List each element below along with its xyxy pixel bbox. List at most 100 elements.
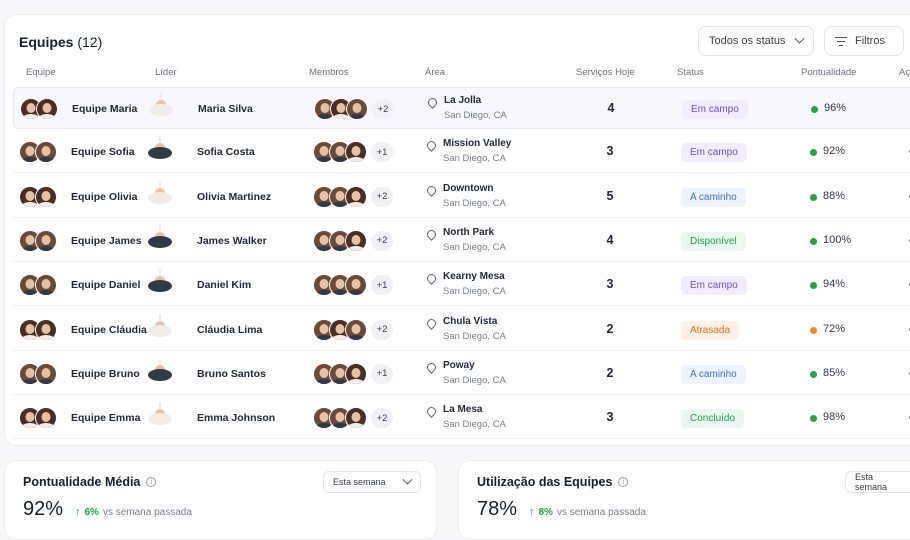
filter-icon bbox=[835, 36, 847, 46]
services-today: 5 bbox=[603, 189, 617, 203]
area-name: Downtown bbox=[443, 183, 494, 194]
team-avatars bbox=[19, 363, 57, 385]
area-name: La Jolla bbox=[444, 95, 481, 106]
status-badge: Disponível bbox=[681, 232, 746, 251]
map-pin-icon bbox=[425, 317, 438, 330]
table-row[interactable]: Equipe Cláudia Cláudia Lima +2 Chula Vis… bbox=[13, 309, 910, 351]
leader-name: Olivia Martinez bbox=[197, 191, 271, 203]
more-members-badge[interactable]: +1 bbox=[371, 364, 393, 384]
punctuality-value: 96% bbox=[824, 102, 846, 114]
member-avatar bbox=[345, 186, 367, 208]
members-group: +2 bbox=[313, 319, 393, 341]
info-icon[interactable]: i bbox=[618, 477, 628, 487]
avatar bbox=[36, 98, 58, 120]
area-city: San Diego, CA bbox=[443, 331, 506, 342]
punctuality-value: 94% bbox=[823, 278, 845, 290]
table-row[interactable]: Equipe Daniel Daniel Kim +1 Kearny Mesa … bbox=[13, 264, 910, 306]
punctuality-dot bbox=[810, 194, 817, 201]
status-filter-dropdown[interactable]: Todos os status bbox=[698, 26, 814, 56]
area-city: San Diego, CA bbox=[443, 375, 506, 386]
team-avatars bbox=[20, 98, 58, 120]
area-city: San Diego, CA bbox=[444, 110, 507, 121]
col-leader: Líder bbox=[155, 67, 177, 78]
status-badge: A caminho bbox=[681, 365, 746, 384]
leader-avatar bbox=[159, 225, 161, 244]
punctuality-period-select[interactable]: Esta semana bbox=[323, 471, 421, 493]
area-name: Chula Vista bbox=[443, 316, 497, 327]
leader-avatar bbox=[159, 358, 161, 377]
filters-button[interactable]: Filtros bbox=[824, 26, 904, 56]
leader-avatar bbox=[159, 181, 161, 200]
area-name: Poway bbox=[443, 360, 475, 371]
leader-avatar bbox=[159, 314, 161, 333]
punctuality-dot bbox=[811, 106, 818, 113]
team-name[interactable]: Equipe Daniel bbox=[71, 279, 140, 291]
team-avatars bbox=[19, 274, 57, 296]
info-icon[interactable]: i bbox=[146, 477, 156, 487]
more-members-badge[interactable]: +2 bbox=[371, 187, 393, 207]
col-area: Área bbox=[425, 67, 445, 78]
map-pin-icon bbox=[425, 405, 438, 418]
member-avatar bbox=[345, 363, 367, 385]
table-row[interactable]: Equipe Emma Emma Johnson +2 La Mesa San … bbox=[13, 397, 910, 439]
more-members-badge[interactable]: +2 bbox=[371, 408, 393, 428]
punctuality-value: 88% bbox=[823, 190, 845, 202]
avatar bbox=[35, 319, 57, 341]
member-avatar bbox=[345, 274, 367, 296]
table-header: Equipe Líder Membros Área Serviços Hoje … bbox=[5, 67, 910, 81]
members-group: +2 bbox=[313, 186, 393, 208]
leader-name: James Walker bbox=[197, 235, 267, 247]
area-city: San Diego, CA bbox=[443, 242, 506, 253]
area-name: La Mesa bbox=[443, 404, 482, 415]
utilization-period-select[interactable]: Esta semana bbox=[845, 471, 910, 493]
team-name[interactable]: Equipe James bbox=[71, 235, 142, 247]
team-name[interactable]: Equipe Emma bbox=[71, 412, 140, 424]
leader-avatar bbox=[159, 269, 161, 288]
col-actions: Ações bbox=[899, 67, 910, 78]
leader-name: Emma Johnson bbox=[197, 412, 275, 424]
members-group: +1 bbox=[313, 141, 393, 163]
members-group: +2 bbox=[313, 230, 393, 252]
team-avatars bbox=[19, 141, 57, 163]
more-members-badge[interactable]: +2 bbox=[371, 231, 393, 251]
team-name[interactable]: Equipe Cláudia bbox=[71, 324, 147, 336]
more-members-badge[interactable]: +2 bbox=[372, 99, 394, 119]
punctuality-dot bbox=[810, 371, 817, 378]
punctuality-value: 72% bbox=[823, 323, 845, 335]
services-today: 4 bbox=[604, 101, 618, 115]
team-name[interactable]: Equipe Olivia bbox=[71, 191, 138, 203]
table-row[interactable]: Equipe Bruno Bruno Santos +1 Poway San D… bbox=[13, 353, 910, 395]
services-today: 2 bbox=[603, 322, 617, 336]
leader-avatar bbox=[159, 402, 161, 421]
punctuality-dot bbox=[810, 282, 817, 289]
punctuality-card: Pontualidade Médiai Esta semana 92% ↑ 6%… bbox=[4, 460, 437, 540]
team-name[interactable]: Equipe Bruno bbox=[71, 368, 140, 380]
arrow-up-icon: ↑ bbox=[75, 506, 81, 518]
services-today: 3 bbox=[603, 410, 617, 424]
members-group: +2 bbox=[313, 407, 393, 429]
more-members-badge[interactable]: +1 bbox=[371, 142, 393, 162]
team-avatars bbox=[19, 230, 57, 252]
more-members-badge[interactable]: +1 bbox=[371, 275, 393, 295]
arrow-up-icon: ↑ bbox=[529, 506, 535, 518]
members-group: +1 bbox=[313, 363, 393, 385]
more-members-badge[interactable]: +2 bbox=[371, 320, 393, 340]
col-status: Status bbox=[677, 67, 704, 78]
status-badge: A caminho bbox=[681, 188, 746, 207]
table-row[interactable]: Equipe Olivia Olivia Martinez +2 Downtow… bbox=[13, 176, 910, 218]
table-row[interactable]: Equipe James James Walker +2 North Park … bbox=[13, 220, 910, 262]
table-row[interactable]: Equipe Maria Maria Silva +2 La Jolla San… bbox=[13, 87, 910, 129]
col-team: Equipe bbox=[26, 67, 56, 78]
member-avatar bbox=[345, 230, 367, 252]
avatar bbox=[35, 186, 57, 208]
col-punctuality: Pontualidade bbox=[801, 67, 856, 78]
status-badge: Atrasada bbox=[681, 321, 739, 340]
team-name[interactable]: Equipe Sofia bbox=[71, 146, 135, 158]
team-name[interactable]: Equipe Maria bbox=[72, 103, 137, 115]
avatar bbox=[35, 274, 57, 296]
table-row[interactable]: Equipe Sofia Sofia Costa +1 Mission Vall… bbox=[13, 131, 910, 173]
team-avatars bbox=[19, 319, 57, 341]
services-today: 3 bbox=[603, 144, 617, 158]
services-today: 4 bbox=[603, 233, 617, 247]
punctuality-dot bbox=[810, 327, 817, 334]
